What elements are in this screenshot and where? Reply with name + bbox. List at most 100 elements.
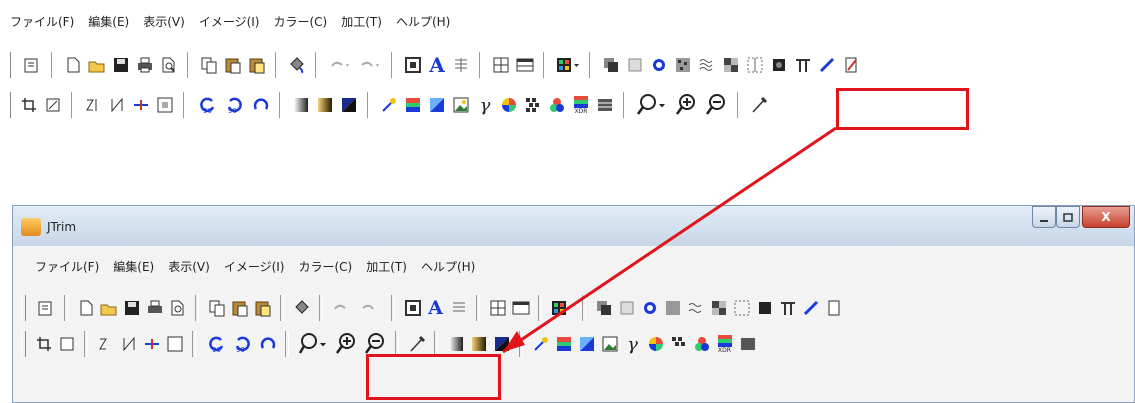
split-icon[interactable] (791, 52, 815, 78)
palette-dropdown-icon[interactable] (553, 52, 583, 78)
fill-bucket-icon[interactable] (285, 52, 309, 78)
fill-bucket-icon[interactable] (290, 295, 313, 321)
zoom-in-icon[interactable] (671, 92, 701, 118)
toolbar-grip[interactable] (21, 295, 26, 321)
gradient-gray-icon[interactable] (289, 92, 313, 118)
rotate-free-icon[interactable] (249, 92, 273, 118)
mosaic-icon[interactable] (707, 295, 730, 321)
new-file-icon[interactable] (74, 295, 97, 321)
sharpen-icon[interactable] (529, 331, 552, 357)
zoom-dropdown-icon[interactable] (633, 92, 671, 118)
sparkle-icon[interactable] (647, 52, 671, 78)
picture-icon[interactable] (449, 92, 473, 118)
hue-icon[interactable] (425, 92, 449, 118)
properties-icon[interactable] (32, 295, 58, 321)
print-icon[interactable] (133, 52, 157, 78)
blank-image-icon[interactable] (623, 52, 647, 78)
histogram-icon[interactable] (593, 92, 617, 118)
align-icon[interactable] (447, 295, 470, 321)
flip-vertical-icon[interactable] (105, 92, 129, 118)
toolbar-grip[interactable] (6, 92, 11, 118)
rotate-left-90-icon[interactable]: 90 (193, 92, 221, 118)
menu-edit[interactable]: 編集(E) (88, 13, 129, 30)
text-tool-button[interactable]: A (425, 52, 449, 78)
new-file-icon[interactable] (61, 52, 85, 78)
window-layout-icon[interactable] (509, 295, 532, 321)
eraser-icon[interactable] (839, 52, 863, 78)
menu-image[interactable]: イメージ(I) (224, 258, 285, 275)
menu-file[interactable]: ファイル(F) (10, 13, 74, 30)
crop-icon[interactable] (32, 331, 55, 357)
flip-vertical-icon[interactable] (117, 331, 140, 357)
noise-icon[interactable] (671, 52, 695, 78)
copy-image-icon[interactable] (599, 52, 623, 78)
redo-icon[interactable] (355, 52, 385, 78)
canvas-icon[interactable] (153, 92, 177, 118)
open-folder-icon[interactable] (97, 295, 120, 321)
menu-image[interactable]: イメージ(I) (199, 13, 260, 30)
menu-view[interactable]: 表示(V) (168, 258, 210, 275)
close-button[interactable]: X (1082, 206, 1130, 228)
paste-new-icon[interactable] (251, 295, 274, 321)
undo-icon[interactable] (329, 295, 357, 321)
grid-icon[interactable] (489, 52, 513, 78)
rotate-left-90-icon[interactable]: 90 (202, 331, 229, 357)
resize-icon[interactable] (55, 331, 78, 357)
pen-icon[interactable] (815, 52, 839, 78)
sepia-icon[interactable] (313, 92, 337, 118)
open-folder-icon[interactable] (85, 52, 109, 78)
gamma-icon[interactable]: γ (621, 331, 644, 357)
menu-process[interactable]: 加工(T) (341, 13, 382, 30)
menu-color[interactable]: カラー(C) (273, 13, 327, 30)
eyedropper-icon[interactable] (747, 92, 771, 118)
arrow-merge-icon[interactable] (129, 92, 153, 118)
rotate-right-90-icon[interactable]: 90 (229, 331, 256, 357)
hue-icon[interactable] (575, 331, 598, 357)
negative-icon[interactable] (337, 92, 361, 118)
flip-horizontal-icon[interactable] (94, 331, 117, 357)
wave-icon[interactable] (684, 295, 707, 321)
menu-help[interactable]: ヘルプ(H) (396, 13, 450, 30)
noise-icon[interactable] (661, 295, 684, 321)
zoom-in-icon[interactable] (331, 331, 360, 357)
window-layout-icon[interactable] (513, 52, 537, 78)
menu-view[interactable]: 表示(V) (143, 13, 185, 30)
menu-edit[interactable]: 編集(E) (113, 258, 154, 275)
rotate-right-90-icon[interactable]: 90 (221, 92, 249, 118)
canvas-icon[interactable] (163, 331, 186, 357)
fit-window-icon[interactable] (401, 52, 425, 78)
wave-icon[interactable] (695, 52, 719, 78)
text-tool-button[interactable]: A (424, 295, 447, 321)
zoom-dropdown-icon[interactable] (295, 331, 331, 357)
color-wheel-icon[interactable] (497, 92, 521, 118)
blank-image-icon[interactable] (615, 295, 638, 321)
print-icon[interactable] (143, 295, 166, 321)
rgb-balance-icon[interactable] (401, 92, 425, 118)
xdr-icon[interactable]: XDR (569, 92, 593, 118)
menu-color[interactable]: カラー(C) (298, 258, 352, 275)
blur-icon[interactable] (753, 295, 776, 321)
dither-icon[interactable] (667, 331, 690, 357)
paste-icon[interactable] (221, 52, 245, 78)
copy-image-icon[interactable] (592, 295, 615, 321)
rgb-circles-icon[interactable] (545, 92, 569, 118)
blur-icon[interactable] (767, 52, 791, 78)
xdr-icon[interactable]: XDR (713, 331, 736, 357)
copy-icon[interactable] (205, 295, 228, 321)
dither-icon[interactable] (521, 92, 545, 118)
paste-new-icon[interactable] (245, 52, 269, 78)
menu-help[interactable]: ヘルプ(H) (421, 258, 475, 275)
histogram-icon[interactable] (736, 331, 759, 357)
menu-process[interactable]: 加工(T) (366, 258, 407, 275)
color-wheel-icon[interactable] (644, 331, 667, 357)
arrow-merge-icon[interactable] (140, 331, 163, 357)
sharpen-icon[interactable] (377, 92, 401, 118)
gamma-icon[interactable]: γ (473, 92, 497, 118)
sparkle-icon[interactable] (638, 295, 661, 321)
print-preview-icon[interactable] (166, 295, 189, 321)
properties-icon[interactable] (17, 52, 45, 78)
print-preview-icon[interactable] (157, 52, 181, 78)
rotate-free-icon[interactable] (256, 331, 279, 357)
frame-icon[interactable] (730, 295, 753, 321)
rgb-circles-icon[interactable] (690, 331, 713, 357)
